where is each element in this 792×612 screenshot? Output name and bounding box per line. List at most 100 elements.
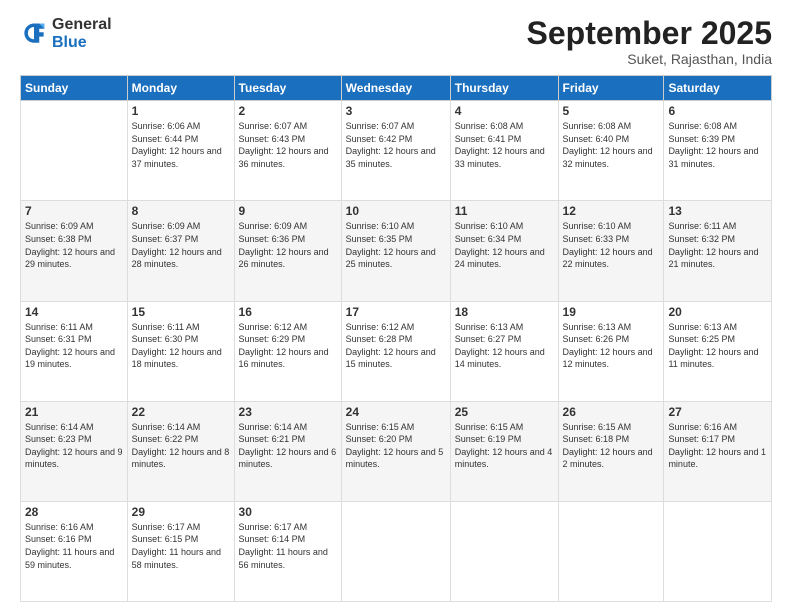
day-number: 7 xyxy=(25,204,123,218)
logo-icon xyxy=(20,20,48,48)
calendar-row: 28 Sunrise: 6:16 AMSunset: 6:16 PMDayligh… xyxy=(21,501,772,601)
month-title: September 2025 xyxy=(527,16,772,51)
day-info: Sunrise: 6:10 AMSunset: 6:33 PMDaylight:… xyxy=(563,220,660,270)
page: General Blue September 2025 Suket, Rajas… xyxy=(0,0,792,612)
day-number: 29 xyxy=(132,505,230,519)
day-info: Sunrise: 6:09 AMSunset: 6:37 PMDaylight:… xyxy=(132,220,230,270)
day-number: 16 xyxy=(239,305,337,319)
title-block: September 2025 Suket, Rajasthan, India xyxy=(527,16,772,67)
day-info: Sunrise: 6:11 AMSunset: 6:31 PMDaylight:… xyxy=(25,321,123,371)
day-number: 20 xyxy=(668,305,767,319)
calendar-cell: 1Sunrise: 6:06 AMSunset: 6:44 PMDaylight… xyxy=(127,101,234,201)
day-info: Sunrise: 6:08 AMSunset: 6:41 PMDaylight:… xyxy=(455,120,554,170)
calendar-cell: 9 Sunrise: 6:09 AMSunset: 6:36 PMDaylight… xyxy=(234,201,341,301)
header-monday: Monday xyxy=(127,76,234,101)
calendar-cell xyxy=(341,501,450,601)
day-number: 5 xyxy=(563,104,660,118)
calendar-cell: 6 Sunrise: 6:08 AMSunset: 6:39 PMDaylight… xyxy=(664,101,772,201)
day-number: 9 xyxy=(239,204,337,218)
day-number: 12 xyxy=(563,204,660,218)
day-number: 28 xyxy=(25,505,123,519)
day-info: Sunrise: 6:13 AMSunset: 6:25 PMDaylight:… xyxy=(668,321,767,371)
day-info: Sunrise: 6:08 AMSunset: 6:39 PMDaylight:… xyxy=(668,120,767,170)
day-number: 2 xyxy=(239,104,337,118)
day-number: 3 xyxy=(346,104,446,118)
calendar-cell: 24Sunrise: 6:15 AMSunset: 6:20 PMDayligh… xyxy=(341,401,450,501)
day-number: 4 xyxy=(455,104,554,118)
day-info: Sunrise: 6:09 AMSunset: 6:36 PMDaylight:… xyxy=(239,220,337,270)
header-saturday: Saturday xyxy=(664,76,772,101)
logo-text: General Blue xyxy=(52,16,112,51)
day-number: 8 xyxy=(132,204,230,218)
calendar-cell xyxy=(21,101,128,201)
day-info: Sunrise: 6:14 AMSunset: 6:23 PMDaylight:… xyxy=(25,421,123,471)
logo-general: General xyxy=(52,16,112,34)
header-wednesday: Wednesday xyxy=(341,76,450,101)
header-thursday: Thursday xyxy=(450,76,558,101)
header: General Blue September 2025 Suket, Rajas… xyxy=(20,16,772,67)
calendar-cell: 20 Sunrise: 6:13 AMSunset: 6:25 PMDayligh… xyxy=(664,301,772,401)
calendar-cell: 5 Sunrise: 6:08 AMSunset: 6:40 PMDaylight… xyxy=(558,101,664,201)
day-number: 15 xyxy=(132,305,230,319)
calendar-cell: 7Sunrise: 6:09 AMSunset: 6:38 PMDaylight… xyxy=(21,201,128,301)
day-info: Sunrise: 6:14 AMSunset: 6:21 PMDaylight:… xyxy=(239,421,337,471)
header-friday: Friday xyxy=(558,76,664,101)
day-info: Sunrise: 6:15 AMSunset: 6:19 PMDaylight:… xyxy=(455,421,554,471)
day-number: 26 xyxy=(563,405,660,419)
day-number: 11 xyxy=(455,204,554,218)
day-info: Sunrise: 6:16 AMSunset: 6:16 PMDaylight:… xyxy=(25,521,123,571)
day-info: Sunrise: 6:15 AMSunset: 6:18 PMDaylight:… xyxy=(563,421,660,471)
calendar-cell: 13Sunrise: 6:11 AMSunset: 6:32 PMDayligh… xyxy=(664,201,772,301)
day-info: Sunrise: 6:17 AMSunset: 6:15 PMDaylight:… xyxy=(132,521,230,571)
calendar-cell: 10Sunrise: 6:10 AMSunset: 6:35 PMDayligh… xyxy=(341,201,450,301)
calendar-cell: 22 Sunrise: 6:14 AMSunset: 6:22 PMDayligh… xyxy=(127,401,234,501)
calendar-cell xyxy=(558,501,664,601)
day-info: Sunrise: 6:13 AMSunset: 6:27 PMDaylight:… xyxy=(455,321,554,371)
calendar-cell: 19Sunrise: 6:13 AMSunset: 6:26 PMDayligh… xyxy=(558,301,664,401)
calendar-cell: 25 Sunrise: 6:15 AMSunset: 6:19 PMDayligh… xyxy=(450,401,558,501)
day-info: Sunrise: 6:13 AMSunset: 6:26 PMDaylight:… xyxy=(563,321,660,371)
day-number: 6 xyxy=(668,104,767,118)
calendar-cell: 29 Sunrise: 6:17 AMSunset: 6:15 PMDayligh… xyxy=(127,501,234,601)
day-number: 25 xyxy=(455,405,554,419)
day-number: 22 xyxy=(132,405,230,419)
day-number: 1 xyxy=(132,104,230,118)
calendar-cell: 15Sunrise: 6:11 AMSunset: 6:30 PMDayligh… xyxy=(127,301,234,401)
header-tuesday: Tuesday xyxy=(234,76,341,101)
day-info: Sunrise: 6:14 AMSunset: 6:22 PMDaylight:… xyxy=(132,421,230,471)
day-info: Sunrise: 6:17 AMSunset: 6:14 PMDaylight:… xyxy=(239,521,337,571)
calendar-cell: 11 Sunrise: 6:10 AMSunset: 6:34 PMDayligh… xyxy=(450,201,558,301)
calendar-cell: 21Sunrise: 6:14 AMSunset: 6:23 PMDayligh… xyxy=(21,401,128,501)
calendar-cell: 2Sunrise: 6:07 AMSunset: 6:43 PMDaylight… xyxy=(234,101,341,201)
day-number: 30 xyxy=(239,505,337,519)
calendar-cell: 28 Sunrise: 6:16 AMSunset: 6:16 PMDayligh… xyxy=(21,501,128,601)
logo: General Blue xyxy=(20,16,112,51)
calendar-cell: 30 Sunrise: 6:17 AMSunset: 6:14 PMDayligh… xyxy=(234,501,341,601)
logo-blue: Blue xyxy=(52,34,112,52)
day-number: 10 xyxy=(346,204,446,218)
day-number: 14 xyxy=(25,305,123,319)
location-subtitle: Suket, Rajasthan, India xyxy=(527,51,772,67)
day-number: 27 xyxy=(668,405,767,419)
day-info: Sunrise: 6:10 AMSunset: 6:34 PMDaylight:… xyxy=(455,220,554,270)
day-number: 13 xyxy=(668,204,767,218)
day-number: 23 xyxy=(239,405,337,419)
calendar-row: 7Sunrise: 6:09 AMSunset: 6:38 PMDaylight… xyxy=(21,201,772,301)
day-info: Sunrise: 6:07 AMSunset: 6:42 PMDaylight:… xyxy=(346,120,446,170)
day-info: Sunrise: 6:12 AMSunset: 6:29 PMDaylight:… xyxy=(239,321,337,371)
calendar-row: 21Sunrise: 6:14 AMSunset: 6:23 PMDayligh… xyxy=(21,401,772,501)
day-number: 17 xyxy=(346,305,446,319)
calendar-row: 1Sunrise: 6:06 AMSunset: 6:44 PMDaylight… xyxy=(21,101,772,201)
calendar-cell: 23 Sunrise: 6:14 AMSunset: 6:21 PMDayligh… xyxy=(234,401,341,501)
calendar-cell: 14 Sunrise: 6:11 AMSunset: 6:31 PMDayligh… xyxy=(21,301,128,401)
calendar-cell: 12 Sunrise: 6:10 AMSunset: 6:33 PMDayligh… xyxy=(558,201,664,301)
weekday-header-row: Sunday Monday Tuesday Wednesday Thursday… xyxy=(21,76,772,101)
calendar-cell: 16 Sunrise: 6:12 AMSunset: 6:29 PMDayligh… xyxy=(234,301,341,401)
header-sunday: Sunday xyxy=(21,76,128,101)
calendar-cell xyxy=(664,501,772,601)
calendar-cell: 3 Sunrise: 6:07 AMSunset: 6:42 PMDaylight… xyxy=(341,101,450,201)
day-info: Sunrise: 6:16 AMSunset: 6:17 PMDaylight:… xyxy=(668,421,767,471)
calendar-cell: 8 Sunrise: 6:09 AMSunset: 6:37 PMDaylight… xyxy=(127,201,234,301)
calendar-cell: 27 Sunrise: 6:16 AMSunset: 6:17 PMDayligh… xyxy=(664,401,772,501)
day-info: Sunrise: 6:08 AMSunset: 6:40 PMDaylight:… xyxy=(563,120,660,170)
